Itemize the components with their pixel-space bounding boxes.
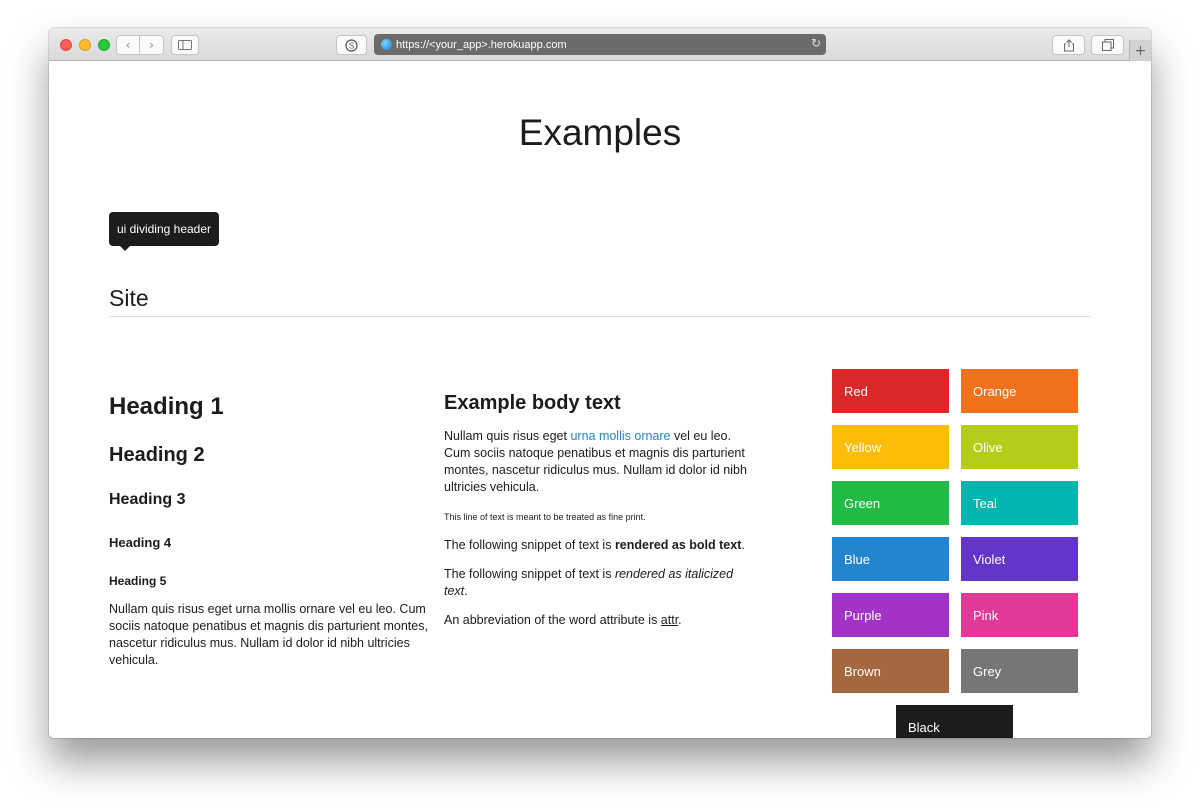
italic-example-prefix: The following snippet of text is — [444, 567, 615, 581]
bold-example-prefix: The following snippet of text is — [444, 538, 615, 552]
color-swatch-pink[interactable]: Pink — [961, 593, 1078, 637]
color-swatch-olive[interactable]: Olive — [961, 425, 1078, 469]
back-button[interactable]: ‹ — [116, 35, 140, 55]
abbr-example-prefix: An abbreviation of the word attribute is — [444, 613, 661, 627]
inline-link[interactable]: urna mollis ornare — [570, 429, 670, 443]
body-paragraph: Nullam quis risus eget urna mollis ornar… — [444, 428, 754, 496]
globe-icon — [381, 39, 392, 50]
abbr-example-suffix: . — [678, 613, 682, 627]
forward-button[interactable]: › — [140, 35, 164, 55]
heading-5: Heading 5 — [109, 574, 167, 588]
body-text-column: Example body text Nullam quis risus eget… — [444, 390, 754, 629]
address-bar[interactable]: https://<your_app>.herokuapp.com ↻ — [374, 34, 826, 55]
sidebar-icon — [178, 40, 192, 50]
headings-paragraph: Nullam quis risus eget urna mollis ornar… — [109, 602, 428, 667]
plus-icon: + — [1134, 42, 1147, 59]
bold-text: rendered as bold text — [614, 538, 742, 552]
page-content: Examples ui dividing header Site Heading… — [49, 62, 1151, 738]
color-swatch-orange[interactable]: Orange — [961, 369, 1078, 413]
color-swatch-black[interactable]: Black — [896, 705, 1013, 738]
zoom-window-button[interactable] — [98, 39, 110, 51]
heading-4: Heading 4 — [109, 535, 172, 550]
color-swatch-red[interactable]: Red — [832, 369, 949, 413]
tabs-overview-button[interactable] — [1091, 35, 1124, 55]
share-icon — [1063, 38, 1074, 51]
close-window-button[interactable] — [60, 39, 72, 51]
color-swatch-green[interactable]: Green — [832, 481, 949, 525]
color-swatch-yellow[interactable]: Yellow — [832, 425, 949, 469]
color-swatch-purple[interactable]: Purple — [832, 593, 949, 637]
site-section-header: Site — [109, 285, 149, 311]
italic-example-suffix: . — [464, 584, 468, 598]
heading-3: Heading 3 — [109, 491, 186, 508]
headings-column: Heading 1 Heading 2 Heading 3 Heading 4 … — [109, 392, 429, 669]
abbreviation: attr — [660, 613, 679, 627]
color-swatch-brown[interactable]: Brown — [832, 649, 949, 693]
color-swatch-violet[interactable]: Violet — [961, 537, 1078, 581]
extension-button[interactable]: S — [336, 35, 367, 55]
bold-example: The following snippet of text is rendere… — [444, 537, 754, 554]
heading-1: Heading 1 — [109, 393, 224, 420]
page-title: Examples — [518, 112, 682, 153]
chevron-right-icon: › — [149, 38, 154, 52]
browser-window: ‹ › S https://<your_app>.herokuapp.com ↻ — [49, 28, 1151, 738]
skype-extension-icon: S — [345, 38, 358, 52]
history-nav: ‹ › — [116, 35, 165, 55]
abbr-example: An abbreviation of the word attribute is… — [444, 612, 754, 629]
color-swatch-teal[interactable]: Teal — [961, 481, 1078, 525]
new-tab-button[interactable]: + — [1129, 40, 1151, 61]
fine-print: This line of text is meant to be treated… — [444, 512, 646, 522]
dividing-header-tooltip: ui dividing header — [109, 212, 219, 251]
italic-example: The following snippet of text is rendere… — [444, 566, 754, 600]
tabs-icon — [1101, 39, 1114, 51]
bold-example-suffix: . — [741, 538, 745, 552]
reload-icon[interactable]: ↻ — [811, 36, 821, 50]
share-button[interactable] — [1052, 35, 1085, 55]
sidebar-toggle-button[interactable] — [171, 35, 199, 55]
body-text-title: Example body text — [444, 392, 621, 414]
url-text: https://<your_app>.herokuapp.com — [396, 38, 567, 51]
browser-toolbar: ‹ › S https://<your_app>.herokuapp.com ↻ — [49, 28, 1151, 61]
color-swatch-blue[interactable]: Blue — [832, 537, 949, 581]
header-divider — [109, 316, 1091, 317]
svg-text:S: S — [349, 41, 354, 50]
chevron-left-icon: ‹ — [125, 38, 131, 52]
minimize-window-button[interactable] — [79, 39, 91, 51]
color-swatch-grey[interactable]: Grey — [961, 649, 1078, 693]
body-paragraph-start: Nullam quis risus eget — [444, 429, 571, 443]
heading-2: Heading 2 — [109, 444, 205, 466]
